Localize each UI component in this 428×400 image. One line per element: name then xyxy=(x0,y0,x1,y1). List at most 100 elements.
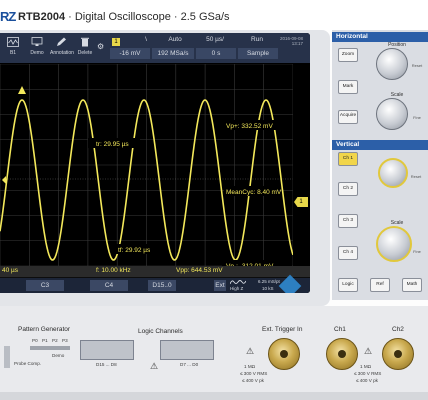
ch2-button[interactable]: Ch 2 xyxy=(338,182,358,196)
tab-c4[interactable]: C4 xyxy=(90,280,128,291)
ch1-rating-1: 1 MΩ xyxy=(360,364,372,369)
toolbar-demo-button[interactable]: Demo xyxy=(26,35,48,61)
waveform-plot[interactable]: tr: 29.95 µs Vp+: 332.52 mV MeanCyc: 8.4… xyxy=(0,64,293,293)
status-row-channels: C3 C4 D15..0 Ext High Z 6.25 mS/pt 10 kS xyxy=(0,274,310,293)
trigger-channel-badge[interactable]: 1 xyxy=(112,38,120,46)
tab-c3[interactable]: C3 xyxy=(26,280,64,291)
horizontal-scale-knob[interactable] xyxy=(376,98,408,130)
v-scale-label: Scale xyxy=(390,220,404,226)
trigger-position-marker[interactable] xyxy=(18,86,26,94)
pattern-pin-strip[interactable] xyxy=(30,346,70,350)
model-subtitle: · Digital Oscilloscope · 2.5 GSa/s xyxy=(68,11,230,23)
ch1-button[interactable]: Ch 1 xyxy=(338,152,358,166)
horizontal-header: Horizontal xyxy=(332,32,428,42)
pen-icon xyxy=(57,37,66,46)
ext-rating-3: ≤ 400 V pk xyxy=(242,378,264,383)
date-time: 2016-09-08 13:17 xyxy=(280,36,303,46)
front-panel: Pattern Generator P0 P1 P2 P3 Demo Probe… xyxy=(0,306,428,400)
ch4-button[interactable]: Ch 4 xyxy=(338,246,358,260)
logic-connector-high[interactable] xyxy=(80,340,134,360)
probe-comp-terminal[interactable] xyxy=(4,346,10,368)
waveform-icon xyxy=(7,37,19,47)
trigger-level[interactable]: -16 mV xyxy=(110,48,150,59)
ext-trigger-bnc[interactable] xyxy=(268,338,300,370)
ch3-button[interactable]: Ch 3 xyxy=(338,214,358,228)
toolbar-b1-button[interactable]: B1 xyxy=(2,35,24,61)
ext-rating-2: ≤ 300 V RMS xyxy=(240,371,268,376)
ch1-rating-3: ≤ 400 V pk xyxy=(356,378,378,383)
ch1-bnc[interactable] xyxy=(326,338,358,370)
toolbar-demo-label: Demo xyxy=(30,50,44,56)
h-scale-label: Scale xyxy=(390,92,404,98)
impedance-mode: High Z xyxy=(230,286,244,291)
math-button[interactable]: Math xyxy=(402,278,422,292)
vertical-header: Vertical xyxy=(332,140,428,150)
title-bar: RZ RTB2004 · Digital Oscilloscope · 2.5 … xyxy=(0,0,428,34)
position-hint: Reset xyxy=(411,63,423,68)
toolbar-annotation-button[interactable]: Annotation xyxy=(50,35,74,61)
run-state[interactable]: Run xyxy=(237,36,277,43)
vertical-position-knob[interactable] xyxy=(378,158,408,188)
ch2-bnc[interactable] xyxy=(382,338,414,370)
toolbar-delete-button[interactable]: Delete xyxy=(74,35,96,61)
toolbar-delete-label: Delete xyxy=(77,50,93,56)
settings-gear-icon[interactable]: ⚙ xyxy=(97,43,105,51)
position-knob[interactable] xyxy=(376,48,408,80)
ch1-input-label: Ch1 xyxy=(334,326,346,333)
pin-p0: P0 xyxy=(32,338,38,343)
wave-small-icon xyxy=(230,280,246,285)
screen-toolbar: B1 Demo Annotation Delete ⚙ 1 \ Auto 50 … xyxy=(0,33,310,63)
trigger-level-marker[interactable] xyxy=(2,176,6,184)
ch1-warning-icon: ⚠ xyxy=(364,346,373,356)
logic-button[interactable]: Logic xyxy=(338,278,358,292)
vp-plus-measurement: Vp+: 332.52 mV xyxy=(226,123,273,130)
ch1-rating-2: ≤ 300 V RMS xyxy=(354,371,382,376)
monitor-icon xyxy=(31,37,43,46)
ext-warning-icon: ⚠ xyxy=(246,346,255,356)
demo-label: Demo xyxy=(52,353,65,358)
record-label: 6.25 mS/pt xyxy=(258,279,280,284)
position-label: Position xyxy=(388,42,406,48)
ext-trigger-tab[interactable]: Ext xyxy=(214,280,226,291)
warning-icon: ⚠ xyxy=(150,361,159,371)
status-row-measurements: 40 µs f: 10.00 kHz Vpp: 644.53 mV xyxy=(0,266,310,277)
zoom-button[interactable]: Zoom xyxy=(338,48,358,62)
oscilloscope-front: RZ RTB2004 · Digital Oscilloscope · 2.5 … xyxy=(0,0,428,400)
channel-1-offset-marker[interactable]: 1 xyxy=(294,197,308,207)
mark-button[interactable]: Mark xyxy=(338,80,358,94)
acquire-button[interactable]: Acquire xyxy=(338,110,358,124)
tab-logic[interactable]: D15..0 xyxy=(148,280,176,291)
timebase-value[interactable]: 50 µs/ xyxy=(195,36,235,43)
pin-p3: P3 xyxy=(62,338,68,343)
record-value: 10 kS xyxy=(262,286,274,291)
bnc-pin xyxy=(280,350,288,358)
bnc-pin xyxy=(394,350,402,358)
probe-comp-label: Probe Comp. xyxy=(14,361,42,366)
tf-measurement: tf: 29.92 µs xyxy=(118,247,151,254)
toolbar-annotation-label: Annotation xyxy=(50,50,74,56)
sample-rate: 192 MSa/s xyxy=(152,48,194,59)
logic-connector-low[interactable] xyxy=(160,340,214,360)
acquisition-mode[interactable]: Sample xyxy=(238,48,278,59)
ext-rating-1: 1 MΩ xyxy=(244,364,256,369)
vertical-scale-knob[interactable] xyxy=(376,226,412,262)
rs-logo-icon xyxy=(278,274,302,293)
status-left-value: 40 µs xyxy=(2,267,19,274)
model-title: RTB2004 · Digital Oscilloscope · 2.5 GSa… xyxy=(18,11,230,23)
trigger-mode[interactable]: Auto xyxy=(155,36,195,43)
logic-channels-label: Logic Channels xyxy=(138,328,183,335)
v-scale-hint: Fine xyxy=(413,249,421,254)
tr-measurement: tr: 29.95 µs xyxy=(96,141,129,148)
display-screen: B1 Demo Annotation Delete ⚙ 1 \ Auto 50 … xyxy=(0,33,310,293)
horizontal-offset[interactable]: 0 s xyxy=(196,48,236,59)
toolbar-b1-label: B1 xyxy=(9,50,17,56)
h-scale-hint: Fine xyxy=(413,115,421,120)
control-panel: Horizontal Zoom Mark Acquire Position Re… xyxy=(332,30,428,300)
time-text: 13:17 xyxy=(291,41,304,46)
ext-trigger-label: Ext. Trigger In xyxy=(262,326,303,333)
bnc-pin xyxy=(338,350,346,358)
model-name: RTB2004 xyxy=(18,11,66,23)
d15-d8-label: D15 ... D8 xyxy=(96,362,117,367)
pin-p2: P2 xyxy=(52,338,58,343)
ref-button[interactable]: Ref xyxy=(370,278,390,292)
